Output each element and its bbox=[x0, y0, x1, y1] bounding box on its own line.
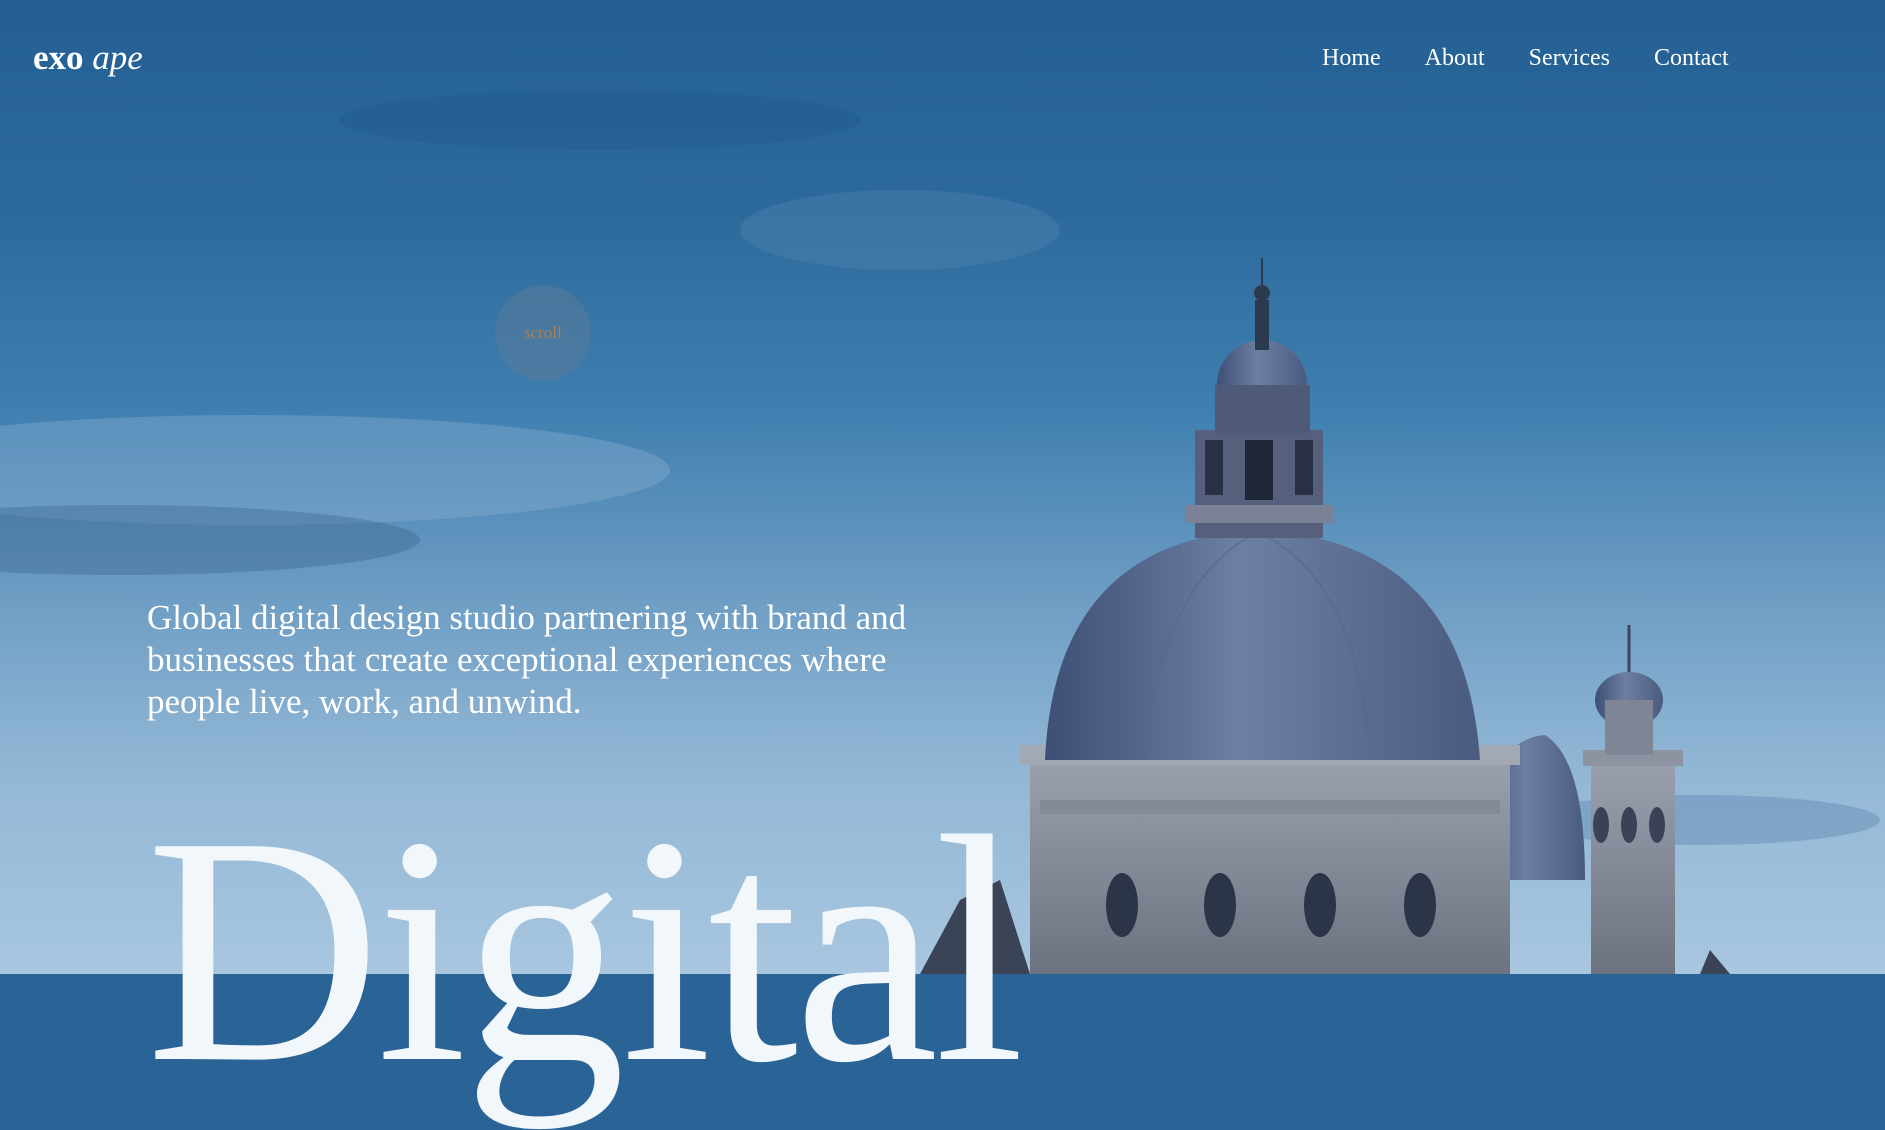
logo-bold-text: exo bbox=[33, 38, 84, 77]
hero-tagline: Global digital design studio partnering … bbox=[147, 598, 907, 721]
main-nav: Home About Services Contact bbox=[1322, 41, 1729, 75]
scroll-button[interactable]: scroll bbox=[495, 285, 591, 381]
logo[interactable]: exo ape bbox=[33, 36, 143, 80]
nav-home-link[interactable]: Home bbox=[1322, 41, 1381, 75]
hero-big-word: Digital bbox=[146, 770, 1025, 1130]
scroll-label: scroll bbox=[524, 323, 562, 342]
nav-contact-link[interactable]: Contact bbox=[1654, 41, 1729, 75]
nav-services-link[interactable]: Services bbox=[1529, 41, 1610, 75]
nav-about-link[interactable]: About bbox=[1425, 41, 1485, 75]
logo-italic-text: ape bbox=[92, 38, 143, 77]
